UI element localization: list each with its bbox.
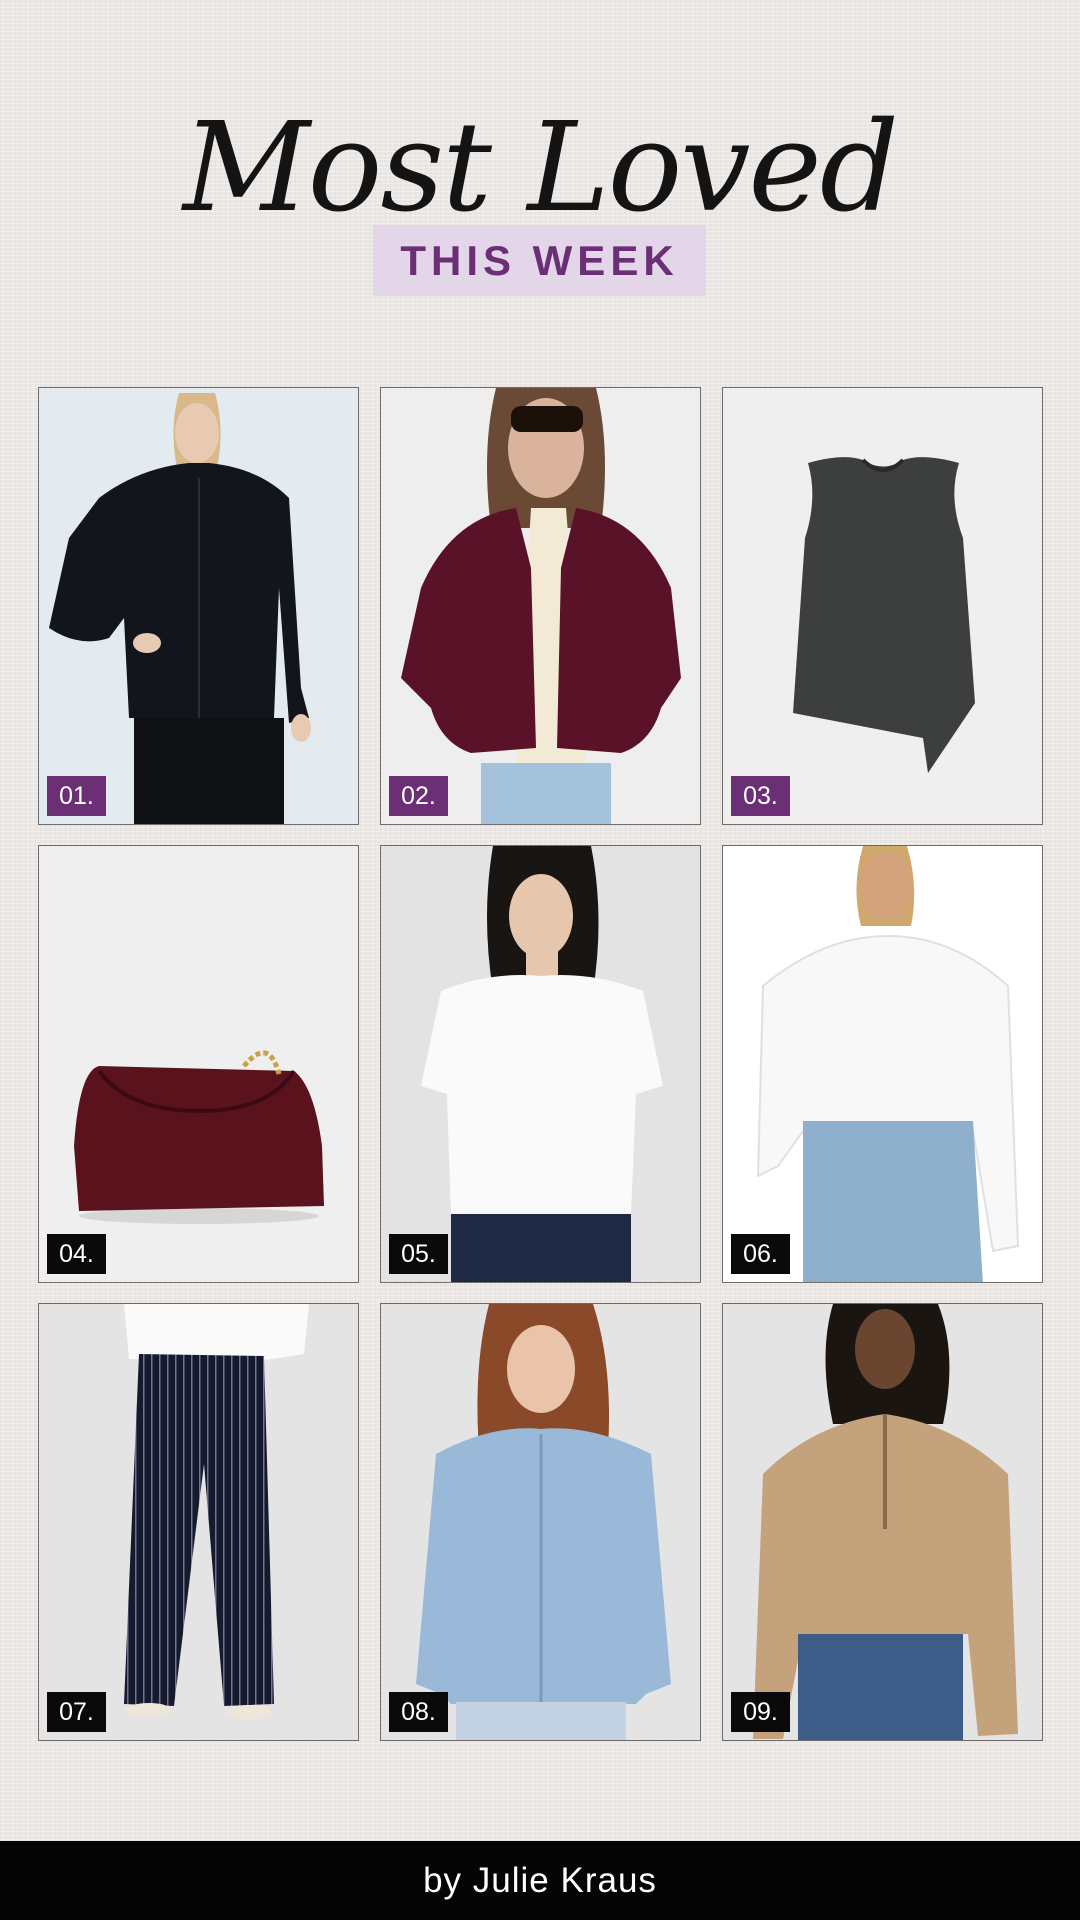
product-tile-02[interactable]: 02. bbox=[380, 387, 701, 825]
product-image-burgundy-chain-bag bbox=[39, 846, 358, 1282]
product-number-badge: 03. bbox=[731, 776, 790, 816]
product-image-charcoal-sleeveless-top bbox=[723, 388, 1042, 824]
product-image-black-denim-jacket bbox=[39, 388, 358, 824]
footer-byline: by Julie Kraus bbox=[423, 1861, 657, 1900]
product-tile-04[interactable]: 04. bbox=[38, 845, 359, 1283]
product-image-white-tshirt bbox=[381, 846, 700, 1282]
product-number-badge: 05. bbox=[389, 1234, 448, 1274]
product-tile-09[interactable]: 09. bbox=[722, 1303, 1043, 1741]
product-image-denim-shirt bbox=[381, 1304, 700, 1740]
product-image-pinstripe-pants bbox=[39, 1304, 358, 1740]
product-tile-05[interactable]: 05. bbox=[380, 845, 701, 1283]
product-tile-07[interactable]: 07. bbox=[38, 1303, 359, 1741]
product-tile-08[interactable]: 08. bbox=[380, 1303, 701, 1741]
product-number-badge: 04. bbox=[47, 1234, 106, 1274]
product-tile-06[interactable]: 06. bbox=[722, 845, 1043, 1283]
product-number-badge: 08. bbox=[389, 1692, 448, 1732]
product-number-badge: 01. bbox=[47, 776, 106, 816]
product-number-badge: 07. bbox=[47, 1692, 106, 1732]
product-image-camel-half-zip bbox=[723, 1304, 1042, 1740]
product-number-badge: 09. bbox=[731, 1692, 790, 1732]
product-number-badge: 02. bbox=[389, 776, 448, 816]
product-number-badge: 06. bbox=[731, 1234, 790, 1274]
product-tile-03[interactable]: 03. bbox=[722, 387, 1043, 825]
subtitle-label: THIS WEEK bbox=[400, 237, 679, 284]
product-image-white-shirt-jeans bbox=[723, 846, 1042, 1282]
product-tile-01[interactable]: 01. bbox=[38, 387, 359, 825]
product-image-burgundy-bomber-jacket bbox=[381, 388, 700, 824]
